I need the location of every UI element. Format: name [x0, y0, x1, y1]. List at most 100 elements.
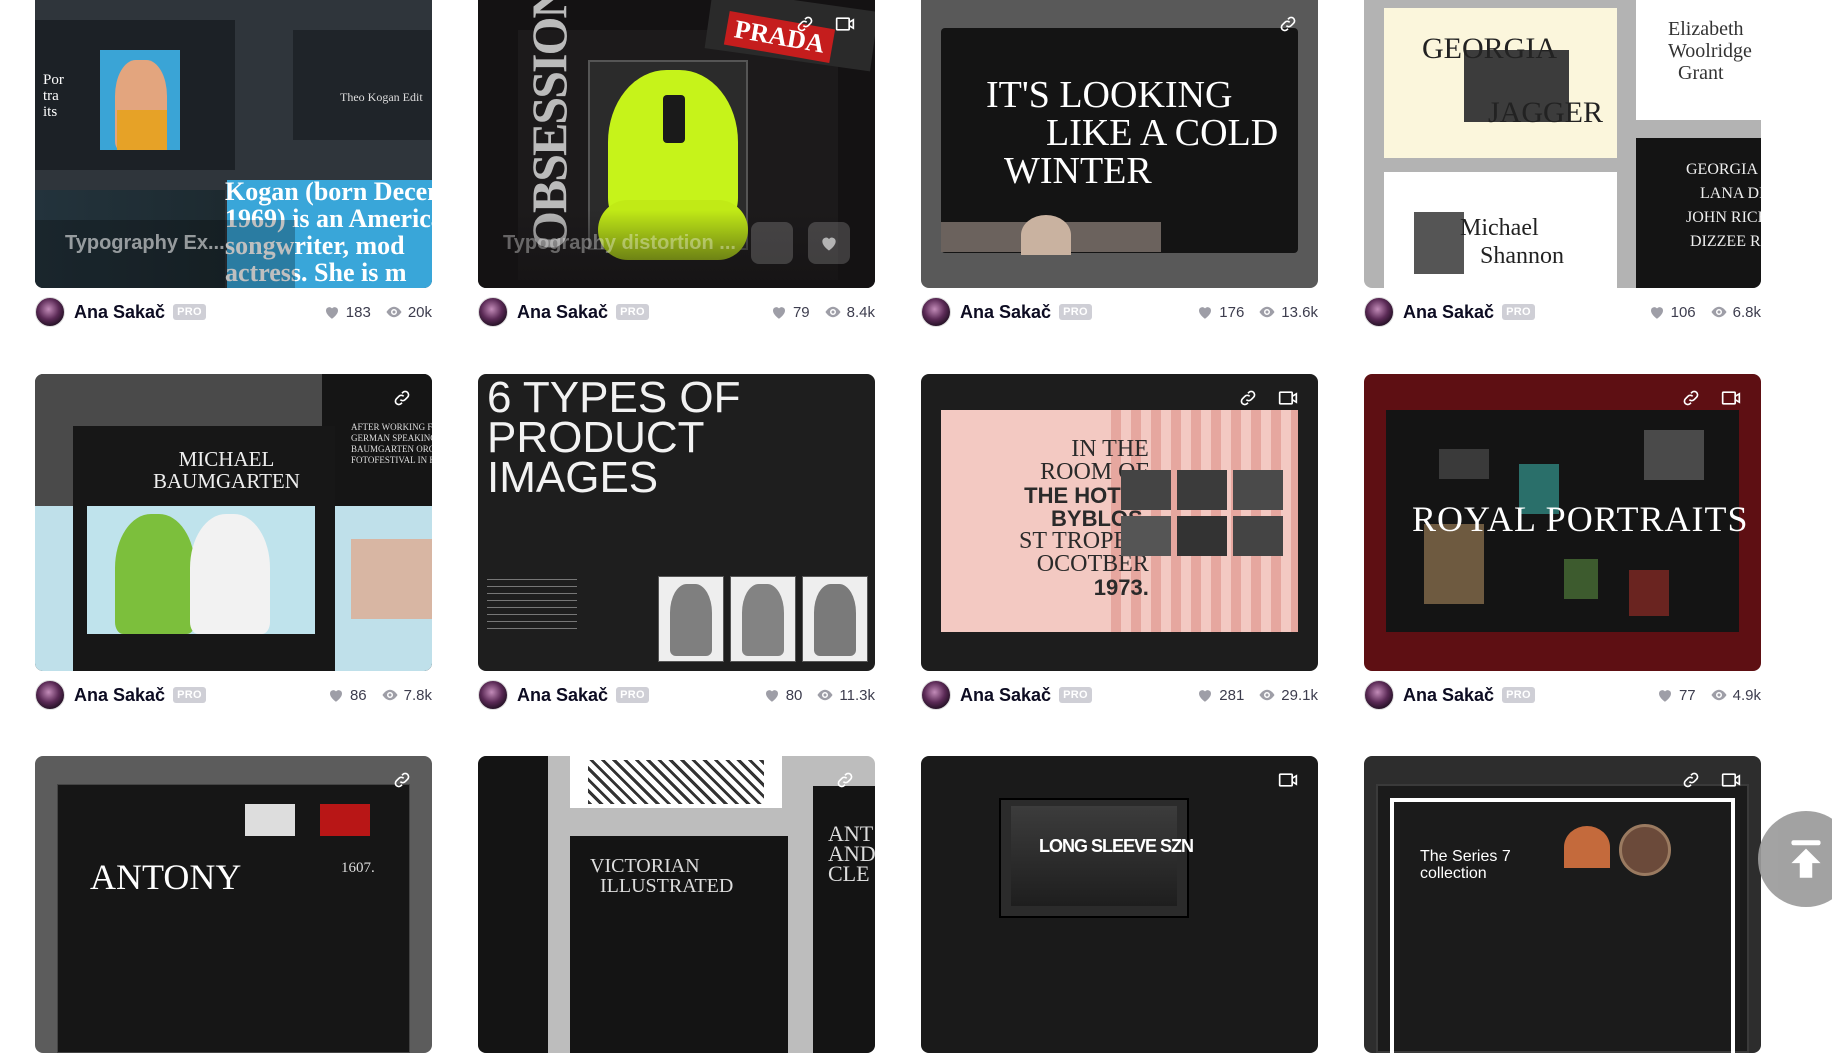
views-count: 11.3k [839, 686, 875, 704]
shot-thumbnail[interactable]: ROYAL PORTRAITS [1364, 374, 1761, 671]
link-icon [394, 390, 410, 406]
shot-thumbnail[interactable]: 6 TYPES OF PRODUCT IMAGES [478, 374, 875, 671]
pro-badge: PRO [173, 687, 206, 703]
art-text: LANA DEL [1700, 185, 1761, 202]
shot-thumbnail[interactable]: VICTORIAN ILLUSTRATED ANT AND CLE [478, 756, 875, 1053]
heart-icon[interactable] [1656, 686, 1674, 704]
shot-stats: 86 7.8k [327, 686, 432, 704]
shot-card[interactable]: IN THE ROOM OF THE HOTEL BYBLOS, ST TROP… [921, 374, 1318, 710]
art-text: 6 TYPES OF [487, 374, 741, 422]
arrow-up-to-line-icon [1791, 840, 1821, 878]
author-name[interactable]: Ana Sakač [1403, 685, 1494, 706]
shot-thumbnail[interactable]: The Series 7 collection [1364, 756, 1761, 1053]
heart-icon[interactable] [1648, 303, 1666, 321]
heart-icon[interactable] [327, 686, 345, 704]
author-name[interactable]: Ana Sakač [517, 302, 608, 323]
pro-badge: PRO [173, 304, 206, 320]
views-count: 7.8k [403, 686, 432, 704]
likes-count: 106 [1670, 303, 1696, 321]
shot-type-icons [793, 12, 857, 36]
views-count: 4.9k [1732, 686, 1761, 704]
shot-card[interactable]: Por tra its Theo Kogan Edit Kogan (born De… [35, 0, 432, 327]
views-count: 20k [407, 303, 432, 321]
avatar[interactable] [921, 680, 951, 710]
art-text: GERMAN SPEAKING TH [351, 433, 432, 443]
shot-card[interactable]: The Series 7 collection [1364, 756, 1761, 1053]
shot-card[interactable]: 6 TYPES OF PRODUCT IMAGES Ana Sakač PRO … [478, 374, 875, 710]
shot-type-icons [1276, 768, 1300, 792]
shot-thumbnail[interactable]: ANTONY 1607. [35, 756, 432, 1053]
shot-type-icons [390, 386, 414, 410]
shot-type-icons [1236, 386, 1300, 410]
link-icon [1280, 16, 1296, 32]
art-text: Woolridge [1668, 40, 1752, 62]
author-name[interactable]: Ana Sakač [74, 302, 165, 323]
shots-grid: Por tra its Theo Kogan Edit Kogan (born De… [0, 0, 1832, 1053]
shot-thumbnail[interactable]: MICHAEL BAUMGARTEN AFTER WORKING FOR GER… [35, 374, 432, 671]
heart-icon[interactable] [1196, 303, 1214, 321]
shot-stats: 183 20k [323, 303, 432, 321]
art-text: AFTER WORKING FOR [351, 422, 432, 432]
shot-card[interactable]: ANTONY 1607. [35, 756, 432, 1053]
likes-count: 176 [1219, 303, 1245, 321]
art-text: collection [1420, 865, 1487, 882]
art-text: IT'S LOOKING [986, 74, 1233, 116]
art-text: Por [43, 72, 64, 88]
art-text: The Series 7 [1420, 848, 1511, 865]
shot-thumbnail[interactable]: IT'S LOOKING LIKE A COLD WINTER [921, 0, 1318, 288]
shot-type-icons [1276, 12, 1300, 36]
shot-artwork: PRADA OBSESSION Typography distortion ..… [478, 0, 875, 288]
shot-card[interactable]: ROYAL PORTRAITS Ana Sakač PRO 77 4.9k [1364, 374, 1761, 710]
author-name[interactable]: Ana Sakač [960, 302, 1051, 323]
art-text: WINTER [1004, 150, 1152, 192]
avatar[interactable] [1364, 680, 1394, 710]
shot-stats: 176 13.6k [1196, 303, 1318, 321]
heart-icon[interactable] [323, 303, 341, 321]
shot-thumbnail[interactable]: GEORGIA JAGGER Elizabeth Woolridge Grant… [1364, 0, 1761, 288]
art-text: OCOTBER [1036, 551, 1149, 577]
shot-artwork: ROYAL PORTRAITS [1364, 374, 1761, 671]
eye-icon [1711, 306, 1727, 318]
art-text: JAGGER [1488, 96, 1604, 129]
shot-thumbnail[interactable]: Por tra its Theo Kogan Edit Kogan (born De… [35, 0, 432, 288]
art-text: Kogan (born Decem [225, 177, 432, 206]
author-name[interactable]: Ana Sakač [1403, 302, 1494, 323]
art-text: CLE [828, 861, 870, 886]
shot-thumbnail[interactable]: PRADA OBSESSION Typography distortion ..… [478, 0, 875, 288]
eye-icon [817, 689, 833, 701]
heart-icon[interactable] [770, 303, 788, 321]
save-button[interactable] [751, 222, 793, 264]
author-name[interactable]: Ana Sakač [74, 685, 165, 706]
art-text: 1607. [341, 860, 375, 876]
eye-icon [386, 306, 402, 318]
shot-card[interactable]: PRADA OBSESSION Typography distortion ..… [478, 0, 875, 327]
avatar[interactable] [478, 680, 508, 710]
heart-icon[interactable] [763, 686, 781, 704]
shot-thumbnail[interactable]: IN THE ROOM OF THE HOTEL BYBLOS, ST TROP… [921, 374, 1318, 671]
art-text: LONG SLEEVE SZN [1039, 836, 1194, 856]
art-text: IMAGES [487, 453, 659, 502]
shot-meta: Ana Sakač PRO 79 8.4k [478, 297, 875, 327]
shot-thumbnail[interactable]: LONG SLEEVE SZN [921, 756, 1318, 1053]
shot-overlay-title: Typography distortion ... [503, 232, 736, 254]
shot-type-icons [390, 768, 414, 792]
link-icon [837, 772, 853, 788]
shot-card[interactable]: VICTORIAN ILLUSTRATED ANT AND CLE [478, 756, 875, 1053]
shot-card[interactable]: GEORGIA JAGGER Elizabeth Woolridge Grant… [1364, 0, 1761, 327]
shot-overlay-title: Typography Ex... [65, 232, 225, 254]
shot-card[interactable]: IT'S LOOKING LIKE A COLD WINTER Ana Saka… [921, 0, 1318, 327]
shot-card[interactable]: MICHAEL BAUMGARTEN AFTER WORKING FOR GER… [35, 374, 432, 710]
author-name[interactable]: Ana Sakač [517, 685, 608, 706]
shot-meta: Ana Sakač PRO 106 6.8k [1364, 297, 1761, 327]
avatar[interactable] [35, 680, 65, 710]
heart-icon[interactable] [1196, 686, 1214, 704]
avatar[interactable] [478, 297, 508, 327]
like-button[interactable] [808, 222, 850, 264]
art-text: JOHN RICHM [1686, 209, 1761, 226]
shot-meta: Ana Sakač PRO 176 13.6k [921, 297, 1318, 327]
author-name[interactable]: Ana Sakač [960, 685, 1051, 706]
avatar[interactable] [1364, 297, 1394, 327]
avatar[interactable] [921, 297, 951, 327]
avatar[interactable] [35, 297, 65, 327]
shot-card[interactable]: LONG SLEEVE SZN [921, 756, 1318, 1053]
